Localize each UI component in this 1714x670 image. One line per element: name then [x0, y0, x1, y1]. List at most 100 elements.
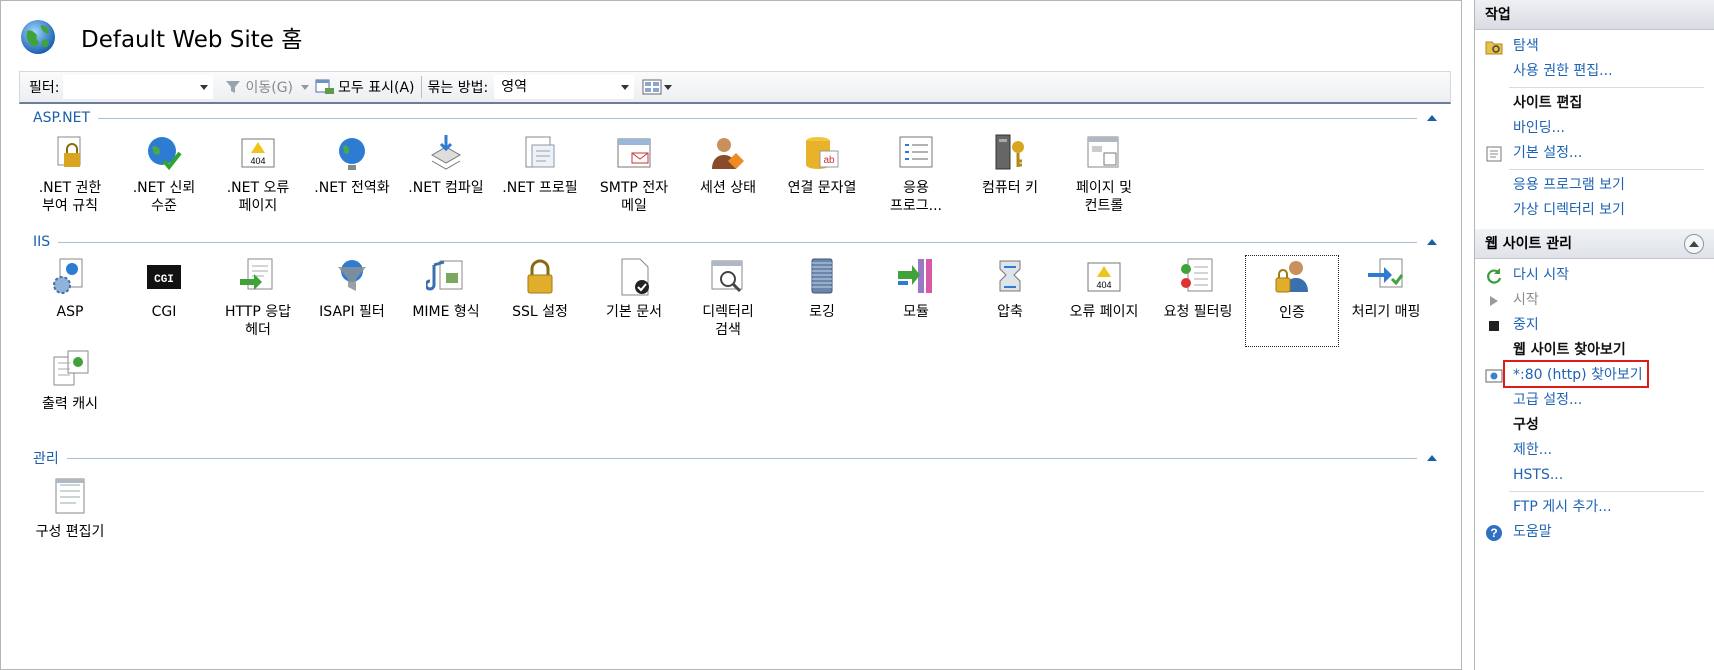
feature-tile[interactable]: 세션 상태 [681, 131, 775, 223]
feature-tile[interactable]: CGI CGI [117, 255, 211, 347]
feature-tile[interactable]: SMTP 전자 메일 [587, 131, 681, 223]
chevron-up-icon[interactable] [1427, 239, 1437, 245]
manage-site-header: 웹 사이트 관리 [1475, 229, 1714, 259]
filter-toolbar: 필터: 이동(G) 모두 표시(A) 묶는 방법: 영역 [19, 71, 1451, 104]
feature-tile[interactable]: 로깅 [775, 255, 869, 347]
feature-label: .NET 신뢰 수준 [132, 180, 196, 214]
explore-link[interactable]: 탐색 [1475, 34, 1714, 59]
logging-icon [802, 257, 842, 297]
edit-site-heading: 사이트 편집 [1513, 95, 1583, 111]
feature-tile[interactable]: .NET 프로필 [493, 131, 587, 223]
section-title: ASP.NET [33, 110, 91, 126]
session-user-icon [708, 133, 748, 173]
settings-doc-icon [1486, 146, 1502, 162]
add-ftp-link[interactable]: FTP 게시 추가... [1475, 495, 1714, 520]
bindings-link[interactable]: 바인딩... [1475, 116, 1714, 141]
feature-label: 압축 [997, 304, 1023, 320]
chevron-down-icon [621, 85, 630, 90]
compression-icon [990, 257, 1030, 297]
authentication-icon [1272, 258, 1312, 298]
section-iis-grid: ASP CGI CGI HTTP 응답 헤더 ISAPI 필터 MIME 형식 SSL 설정… [23, 255, 1443, 439]
group-by-select[interactable]: 영역 [494, 75, 635, 99]
go-button[interactable]: 이동(G) [225, 75, 310, 99]
actions-pane: 작업 탐색 사용 권한 편집... 사이트 편집 바인딩... 기본 설정...… [1474, 0, 1714, 670]
feature-tile[interactable]: 응용 프로그... [869, 131, 963, 223]
globe-icon [21, 20, 55, 54]
help-link[interactable]: ? 도움말 [1475, 520, 1714, 545]
page-title: Default Web Site 홈 [81, 27, 303, 53]
hsts-link[interactable]: HSTS... [1475, 463, 1714, 488]
section-iis-header[interactable]: IIS [33, 233, 1437, 251]
section-aspnet-header[interactable]: ASP.NET [33, 109, 1437, 127]
stop-icon [1489, 321, 1499, 331]
feature-tile[interactable]: 404 오류 페이지 [1057, 255, 1151, 347]
feature-tile[interactable]: 기본 문서 [587, 255, 681, 347]
view-applications-link[interactable]: 응용 프로그램 보기 [1475, 173, 1714, 198]
feature-tile[interactable]: MIME 형식 [399, 255, 493, 347]
group-by-value: 영역 [501, 79, 527, 95]
features-view-pane: Default Web Site 홈 필터: 이동(G) 모두 표시(A) 묶는… [0, 0, 1462, 670]
feature-label: HTTP 응답 헤더 [224, 304, 292, 338]
restart-link[interactable]: 다시 시작 [1475, 263, 1714, 288]
section-management-grid: 구성 편집기 [23, 475, 1443, 567]
feature-tile[interactable]: 모듈 [869, 255, 963, 347]
section-management-header[interactable]: 관리 [33, 449, 1437, 467]
basic-settings-link[interactable]: 기본 설정... [1475, 141, 1714, 166]
feature-tile[interactable]: 페이지 및 컨트롤 [1057, 131, 1151, 223]
view-grid-icon [642, 79, 662, 95]
feature-tile[interactable]: 출력 캐시 [23, 347, 117, 439]
feature-tile[interactable]: 처리기 매핑 [1339, 255, 1433, 347]
feature-tile[interactable]: HTTP 응답 헤더 [211, 255, 305, 347]
chevron-up-icon[interactable] [1427, 455, 1437, 461]
feature-tile[interactable]: ab 연결 문자열 [775, 131, 869, 223]
filter-input[interactable] [63, 75, 214, 99]
view-mode-button[interactable] [642, 75, 673, 99]
stop-link[interactable]: 중지 [1475, 313, 1714, 338]
chevron-up-icon [1689, 240, 1699, 247]
feature-tile[interactable]: 디렉터리 검색 [681, 255, 775, 347]
collapse-button[interactable] [1684, 233, 1704, 254]
section-divider [66, 457, 1417, 459]
feature-tile[interactable]: ASP [23, 255, 117, 347]
go-label: 이동(G) [245, 80, 294, 96]
feature-tile[interactable]: 요청 필터링 [1151, 255, 1245, 347]
help-icon: ? [1486, 525, 1502, 541]
show-all-button[interactable]: 모두 표시(A) [315, 75, 415, 99]
feature-tile[interactable]: .NET 신뢰 수준 [117, 131, 211, 223]
chevron-up-icon[interactable] [1427, 115, 1437, 121]
funnel-icon [226, 81, 241, 93]
edit-permissions-link[interactable]: 사용 권한 편집... [1475, 59, 1714, 84]
handler-mapping-icon [1366, 257, 1406, 297]
limits-link[interactable]: 제한... [1475, 438, 1714, 463]
feature-tile[interactable]: 404 .NET 오류 페이지 [211, 131, 305, 223]
feature-label: 로깅 [809, 304, 835, 320]
feature-label: 오류 페이지 [1069, 304, 1139, 320]
feature-tile[interactable]: 컴퓨터 키 [963, 131, 1057, 223]
advanced-settings-link[interactable]: 고급 설정... [1475, 388, 1714, 413]
feature-tile[interactable]: 인증 [1245, 255, 1339, 347]
feature-label: 페이지 및 컨트롤 [1076, 180, 1132, 214]
view-virtual-dirs-link[interactable]: 가상 디렉터리 보기 [1475, 198, 1714, 223]
feature-tile[interactable]: .NET 컴파일 [399, 131, 493, 223]
svg-text:404: 404 [250, 156, 265, 166]
feature-label: MIME 형식 [412, 304, 480, 320]
restart-icon [1487, 268, 1502, 284]
request-filter-icon [1178, 257, 1218, 297]
feature-tile[interactable]: ISAPI 필터 [305, 255, 399, 347]
feature-tile[interactable]: .NET 전역화 [305, 131, 399, 223]
feature-label: 모듈 [903, 304, 929, 320]
chevron-down-icon [664, 84, 673, 90]
http-headers-icon [238, 257, 278, 297]
feature-tile[interactable]: 구성 편집기 [23, 475, 117, 567]
mime-icon [426, 257, 466, 297]
lock-doc-icon [50, 133, 90, 173]
default-doc-icon [614, 257, 654, 297]
start-link[interactable]: 시작 [1475, 288, 1714, 313]
show-all-icon [315, 79, 335, 94]
feature-tile[interactable]: 압축 [963, 255, 1057, 347]
feature-label: SMTP 전자 메일 [599, 180, 669, 214]
feature-tile[interactable]: SSL 설정 [493, 255, 587, 347]
feature-tile[interactable]: .NET 권한 부여 규칙 [23, 131, 117, 223]
output-cache-icon [50, 349, 90, 389]
feature-label: ASP [56, 304, 84, 320]
